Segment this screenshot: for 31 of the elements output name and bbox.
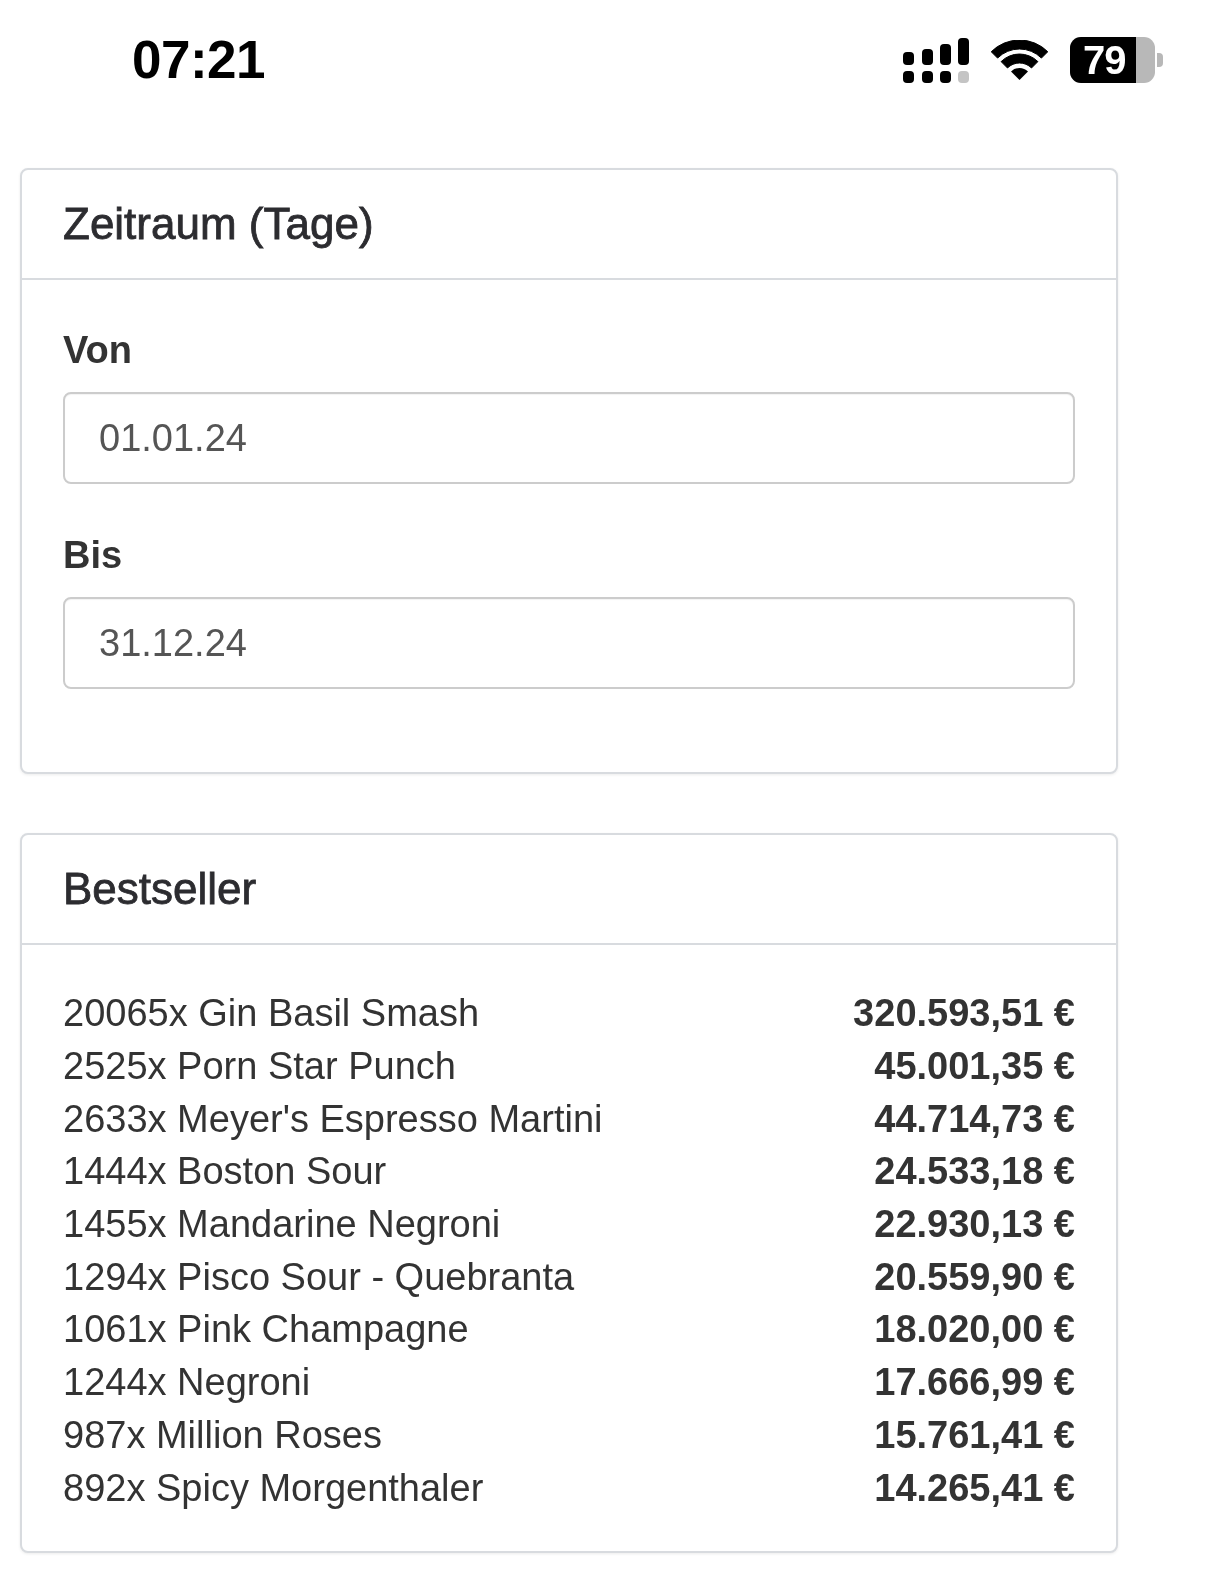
product-sales-text: 1294x Pisco Sour - Quebranta — [63, 1254, 575, 1300]
revenue-amount: 18.020,00 € — [874, 1307, 1075, 1353]
revenue-amount: 44.714,73 € — [874, 1096, 1075, 1142]
field-label: Von — [63, 328, 132, 373]
product-sales-text: 2633x Meyer's Espresso Martini — [63, 1096, 603, 1142]
product-sales-text: 20065x Gin Basil Smash — [63, 991, 480, 1037]
product-sales-text: 1444x Boston Sour — [63, 1149, 387, 1195]
revenue-amount: 15.761,41 € — [874, 1412, 1075, 1458]
product-sales-text: 2525x Porn Star Punch — [63, 1044, 456, 1090]
product-sales-text: 1455x Mandarine Negroni — [63, 1202, 501, 1248]
revenue-amount: 20.559,90 € — [874, 1254, 1075, 1300]
product-sales-text: 987x Million Roses — [63, 1412, 382, 1458]
card-title: Bestseller — [63, 865, 258, 913]
revenue-amount: 14.265,41 € — [874, 1465, 1075, 1511]
wifi-icon — [991, 40, 1048, 80]
card-title: Zeitraum (Tage) — [63, 200, 375, 248]
battery-icon — [1070, 37, 1163, 83]
field-label: Bis — [63, 533, 123, 578]
date-field[interactable]: 01.01.24 — [63, 392, 1075, 484]
product-sales-text: 1061x Pink Champagne — [63, 1307, 469, 1353]
product-sales-text: 892x Spicy Morgenthaler — [63, 1465, 484, 1511]
revenue-amount: 320.593,51 € — [853, 991, 1075, 1037]
battery-percentage: 79 — [1083, 37, 1126, 83]
revenue-amount: 22.930,13 € — [874, 1202, 1075, 1248]
revenue-amount: 24.533,18 € — [874, 1149, 1075, 1195]
revenue-amount: 17.666,99 € — [874, 1360, 1075, 1406]
status-time: 07:21 — [132, 30, 266, 90]
revenue-amount: 45.001,35 € — [874, 1044, 1075, 1090]
date-field[interactable]: 31.12.24 — [63, 597, 1075, 689]
signal-icon — [903, 37, 969, 83]
product-sales-text: 1244x Negroni — [63, 1360, 311, 1406]
